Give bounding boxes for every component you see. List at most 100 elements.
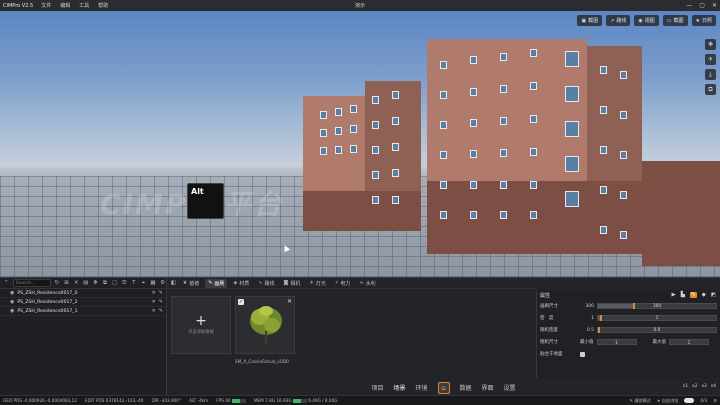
nav-project[interactable]: 项目 [371, 383, 383, 392]
text-icon[interactable]: T [131, 280, 138, 287]
properties-panel: 属性 ▶ ▙ ✎ ◆ ◩ 画刷尺寸 300 300 密 度 1 1 随机密度 0… [536, 290, 720, 378]
view-button[interactable]: ◉ 视图 [634, 15, 659, 26]
roam-mode[interactable]: ✎ 漫游模式 [629, 398, 651, 404]
random-density-row: 随机密度 0.5 0.0 [537, 324, 720, 336]
close-icon[interactable]: ✕ [152, 308, 156, 314]
maximize-button[interactable]: ▢ [699, 2, 705, 9]
menu-file[interactable]: 文件 [41, 2, 51, 9]
play-icon[interactable]: ▶ [671, 292, 675, 298]
search-input[interactable]: Search... [12, 279, 51, 287]
folder-icon[interactable]: ▤ [82, 280, 89, 287]
speed-x4[interactable]: x4 [711, 384, 716, 389]
eye-icon[interactable]: ◉ [10, 308, 14, 314]
min-input[interactable]: 1 [596, 339, 637, 345]
nav-data[interactable]: 数据 [460, 383, 472, 392]
bird-icon[interactable]: ✈ [705, 54, 716, 65]
random-density-slider[interactable]: 0.0 [597, 327, 717, 333]
plus-icon: + [195, 313, 207, 329]
move-icon[interactable]: ✥ [92, 280, 99, 287]
fps-group: FPS 60 [216, 398, 246, 403]
capture-button[interactable]: ▭ 截图 [662, 15, 688, 26]
tab-brush[interactable]: ✎ 画刷 [205, 278, 228, 288]
copy-icon[interactable]: ⧉ [102, 280, 109, 287]
brush-size-slider[interactable]: 300 [597, 303, 717, 309]
camera-icon: ▣ [581, 17, 587, 24]
toggle-switch[interactable] [684, 398, 695, 403]
edit-icon[interactable]: ✎ [159, 299, 163, 305]
speed-x1[interactable]: x1 [683, 384, 688, 389]
free-browse[interactable]: ➤ 自由浏览 [657, 398, 679, 404]
copy-icon[interactable]: ⧉ [705, 84, 716, 95]
ground-label: 贴合于地面 [540, 352, 563, 357]
close-button[interactable]: ✕ [712, 2, 717, 9]
power-icon: ⚡ [334, 280, 339, 286]
title-bar: CIMPro V2.5 文件 编辑 工具 帮助 演示 — ▢ ✕ [0, 0, 720, 11]
layer-row[interactable]: ◉ PS_ZSH_Residence0017_0 ✕ ✎ [0, 289, 166, 298]
eye-icon[interactable]: ◉ [10, 299, 14, 305]
edit-icon[interactable]: ✎ [159, 308, 163, 314]
refresh-icon[interactable]: ↻ [54, 280, 61, 287]
grid-icon[interactable]: ⊞ [63, 280, 70, 287]
gear-icon[interactable]: ⚙ [713, 398, 717, 403]
density-value: 1 [591, 315, 594, 321]
layer-row[interactable]: ◉ PS_ZSH_Residence0017_2 ✕ ✎ [0, 298, 166, 307]
sunlight-button[interactable]: ★ 日照 [691, 15, 716, 26]
menu-edit[interactable]: 编辑 [60, 2, 70, 9]
settings-icon[interactable]: ⚙ [159, 280, 166, 287]
list-icon[interactable]: ☰ [121, 280, 128, 287]
speed-x2[interactable]: x2 [692, 384, 697, 389]
move-icon[interactable]: ✥ [705, 39, 716, 50]
status-bar: GEO POS -0.000926,-0.0004083,12 EDIT POS… [0, 395, 720, 405]
tab-power[interactable]: ⚡ 电力 [332, 279, 354, 288]
tree-thumbnail [250, 306, 282, 345]
tab-camera[interactable]: ◙ 相机 [281, 279, 304, 288]
edit-icon[interactable]: ✎ [159, 290, 163, 296]
pin-icon[interactable]: ⌖ [140, 280, 147, 287]
eraser-icon[interactable]: ◩ [711, 292, 716, 298]
tab-vegetation[interactable]: ❦ 植被 [180, 279, 202, 288]
close-icon[interactable]: ✕ [152, 299, 156, 305]
path-button[interactable]: ↗ 路线 [606, 15, 631, 26]
brush-icon: ✎ [208, 280, 213, 286]
menu-tools[interactable]: 工具 [79, 2, 89, 9]
collapse-icon[interactable]: ⌃ [3, 280, 10, 287]
home-icon[interactable]: ⌂ [437, 381, 450, 394]
add-asset-card[interactable]: + 点击添加植被 [171, 296, 231, 354]
fps-bar [231, 399, 246, 403]
brush-icon[interactable]: ✎ [689, 292, 697, 298]
max-input[interactable]: 1 [669, 339, 709, 345]
eye-icon[interactable]: ◉ [10, 290, 14, 296]
panel-toggle-icon[interactable]: ◧ [170, 280, 177, 287]
nav-interface[interactable]: 界面 [482, 383, 494, 392]
speed-x3[interactable]: x3 [701, 384, 706, 389]
ground-checkbox[interactable] [580, 351, 585, 357]
tab-water[interactable]: ≈ 水利 [356, 279, 378, 288]
key-overlay: Alt [187, 183, 224, 219]
density-row: 密 度 1 1 [537, 312, 720, 324]
tab-route[interactable]: ∿ 路线 [255, 279, 277, 288]
frame-icon[interactable]: ▢ [111, 280, 118, 287]
nav-scene[interactable]: 场景 [393, 383, 405, 392]
bottom-nav: 项目 场景 环境 ⌂ 数据 界面 设置 [167, 379, 720, 396]
screenshot-button[interactable]: ▣ 截图 [577, 15, 603, 26]
stamp-icon[interactable]: ▙ [681, 292, 685, 298]
nav-settings[interactable]: 设置 [504, 383, 516, 392]
minimize-button[interactable]: — [686, 2, 692, 9]
3d-viewport[interactable]: CIMPro平台 ▣截图 ↗路线 ◉视图 ▭截图 ★日照 ✥ ✈ ⤓ ⧉ Alt [0, 11, 720, 277]
layer-name: PS_ZSH_Residence0017_1 [17, 308, 78, 314]
asset-card[interactable]: ✓ ✕ [235, 296, 295, 354]
layers-icon[interactable]: ▦ [150, 280, 157, 287]
tab-material[interactable]: ◈ 材质 [230, 279, 252, 288]
download-icon[interactable]: ⤓ [705, 69, 716, 80]
layer-row[interactable]: ◉ PS_ZSH_Residence0017_1 ✕ ✎ [0, 307, 166, 316]
nav-environment[interactable]: 环境 [415, 383, 427, 392]
fill-icon[interactable]: ◆ [702, 292, 706, 298]
path-icon: ↗ [610, 17, 615, 24]
leaf-icon: ❦ [183, 280, 188, 286]
density-slider[interactable]: 1 [597, 315, 717, 321]
delete-icon[interactable]: ✕ [73, 280, 80, 287]
add-asset-label: 点击添加植被 [188, 330, 214, 335]
menu-help[interactable]: 帮助 [98, 2, 108, 9]
close-icon[interactable]: ✕ [152, 290, 156, 296]
tab-light[interactable]: ☀ 灯光 [306, 279, 329, 288]
